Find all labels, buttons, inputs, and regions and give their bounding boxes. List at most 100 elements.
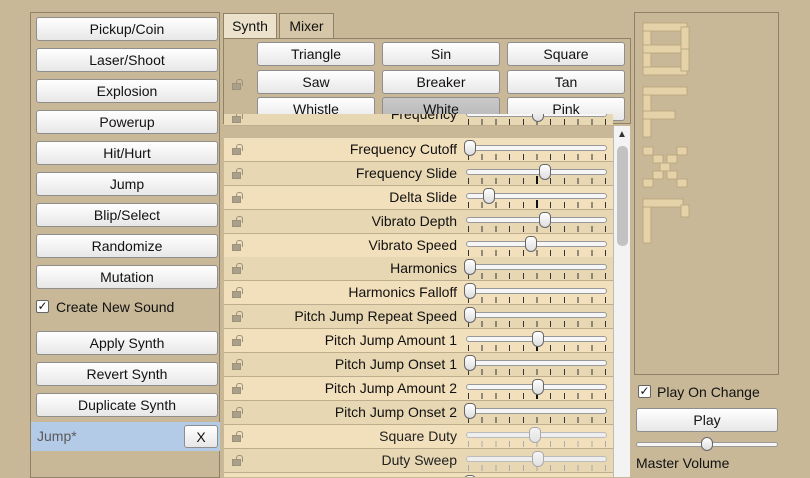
param-slider-knob[interactable] [532,450,544,467]
lock-icon[interactable] [232,287,244,299]
param-slider-ticks [468,273,606,280]
parameter-scrollbar[interactable]: ▲ [613,126,630,477]
param-slider-knob[interactable] [464,259,476,276]
scrollbar-thumb[interactable] [617,146,628,246]
waveform-tan-button[interactable]: Tan [507,70,625,94]
param-label: Harmonics Falloff [348,284,457,301]
param-row-pitch-jump-amount-2: Pitch Jump Amount 2 [224,376,613,401]
param-label: Vibrato Speed [368,236,457,253]
param-row-pitch-jump-amount-1: Pitch Jump Amount 1 [224,329,613,354]
revert-synth-button[interactable]: Revert Synth [36,362,218,386]
param-row-vibrato-speed: Vibrato Speed [224,233,613,258]
param-slider-knob[interactable] [525,235,538,252]
param-slider-ticks [468,297,606,304]
param-slider-track[interactable] [466,407,607,414]
bfxr-logo [642,22,690,244]
lock-icon[interactable] [232,143,244,155]
param-label: Duty Sweep [381,451,457,468]
blip-select-button[interactable]: Blip/Select [36,203,218,227]
pickup-coin-button[interactable]: Pickup/Coin [36,17,218,41]
param-row-pitch-jump-onset-1: Pitch Jump Onset 1 [224,353,613,377]
param-label: Vibrato Depth [371,212,457,229]
param-slider-ticks [468,249,606,256]
param-row-repeat-speed: Repeat Speed [224,472,613,477]
param-slider-knob[interactable] [464,355,476,371]
param-label: Frequency Cutoff [349,140,457,157]
param-slider-knob[interactable] [464,402,476,419]
param-zero-marker [536,199,538,208]
waveform-sin-button[interactable]: Sin [382,42,500,66]
param-label: Harmonics [390,260,457,277]
master-volume-label: Master Volume [636,455,730,471]
apply-synth-button[interactable]: Apply Synth [36,331,218,355]
waveform-square-button[interactable]: Square [507,42,625,66]
param-slider-knob[interactable] [529,426,542,443]
lock-icon[interactable] [232,263,244,275]
param-slider-knob[interactable] [464,283,476,300]
param-slider-knob[interactable] [483,187,496,204]
jump-button[interactable]: Jump [36,172,218,196]
param-slider-track[interactable] [466,168,607,175]
explosion-button[interactable]: Explosion [36,79,218,103]
tab-mixer[interactable]: Mixer [279,13,334,38]
param-slider-ticks [468,321,606,328]
param-slider-knob[interactable] [464,139,476,156]
waveform-saw-button[interactable]: Saw [257,70,375,94]
create-new-sound-checkbox[interactable]: ✓ [36,300,49,313]
logo-text: Bfxr [635,13,636,14]
param-label: Pitch Jump Onset 2 [334,403,457,420]
powerup-button[interactable]: Powerup [36,110,218,134]
lock-icon[interactable] [232,382,244,394]
close-sound-button[interactable]: X [184,425,218,448]
param-label: Pitch Jump Amount 2 [324,379,457,396]
lock-icon[interactable] [232,454,244,466]
lock-icon[interactable] [232,359,244,370]
sound-list-item[interactable]: Jump* X [31,422,220,451]
waveform-lock-icon[interactable] [232,79,244,90]
param-row-frequency-slide: Frequency Slide [224,161,613,186]
randomize-button[interactable]: Randomize [36,234,218,258]
param-slider-ticks [468,416,606,423]
param-row-duty-sweep: Duty Sweep [224,448,613,473]
waveform-triangle-button[interactable]: Triangle [257,42,375,66]
param-slider-track[interactable] [466,216,607,223]
param-slider-track[interactable] [466,360,607,366]
param-label: Delta Slide [389,188,457,205]
mutation-button[interactable]: Mutation [36,265,218,289]
param-slider-track[interactable] [466,312,607,319]
lock-icon[interactable] [232,406,244,418]
param-row-pitch-jump-repeat-speed: Pitch Jump Repeat Speed [224,305,613,330]
play-button[interactable]: Play [636,408,778,432]
param-slider-knob[interactable] [538,163,551,180]
param-row-harmonics: Harmonics [224,257,613,282]
lock-icon[interactable] [232,311,244,323]
lock-icon[interactable] [232,430,244,442]
lock-icon[interactable] [232,215,244,227]
tab-synth[interactable]: Synth [223,13,277,38]
param-label: Pitch Jump Amount 1 [324,332,457,349]
param-slider-knob[interactable] [538,211,551,228]
param-row-pitch-jump-onset-2: Pitch Jump Onset 2 [224,400,613,425]
hit-hurt-button[interactable]: Hit/Hurt [36,141,218,165]
param-label: Pitch Jump Repeat Speed [294,308,457,325]
laser-shoot-button[interactable]: Laser/Shoot [36,48,218,72]
param-slider-track[interactable] [466,288,607,295]
param-slider-knob[interactable] [532,331,544,348]
lock-icon[interactable] [232,191,244,203]
play-on-change-checkbox[interactable]: ✓ [638,385,651,398]
param-slider-knob[interactable] [532,378,544,395]
master-volume-knob[interactable] [701,437,713,451]
waveform-breaker-button[interactable]: Breaker [382,70,500,94]
lock-icon[interactable] [232,114,244,123]
scroll-up-arrow-icon[interactable]: ▲ [617,129,627,140]
duplicate-synth-button[interactable]: Duplicate Synth [36,393,218,417]
lock-icon[interactable] [232,167,244,179]
sound-name: Jump* [37,428,77,444]
lock-icon[interactable] [232,335,244,347]
param-slider-track[interactable] [466,264,607,271]
param-slider-track[interactable] [466,144,607,151]
param-slider-knob[interactable] [464,307,476,324]
create-new-sound-label: Create New Sound [56,299,175,315]
param-row-frequency-cutoff: Frequency Cutoff [224,137,613,162]
lock-icon[interactable] [232,239,244,251]
